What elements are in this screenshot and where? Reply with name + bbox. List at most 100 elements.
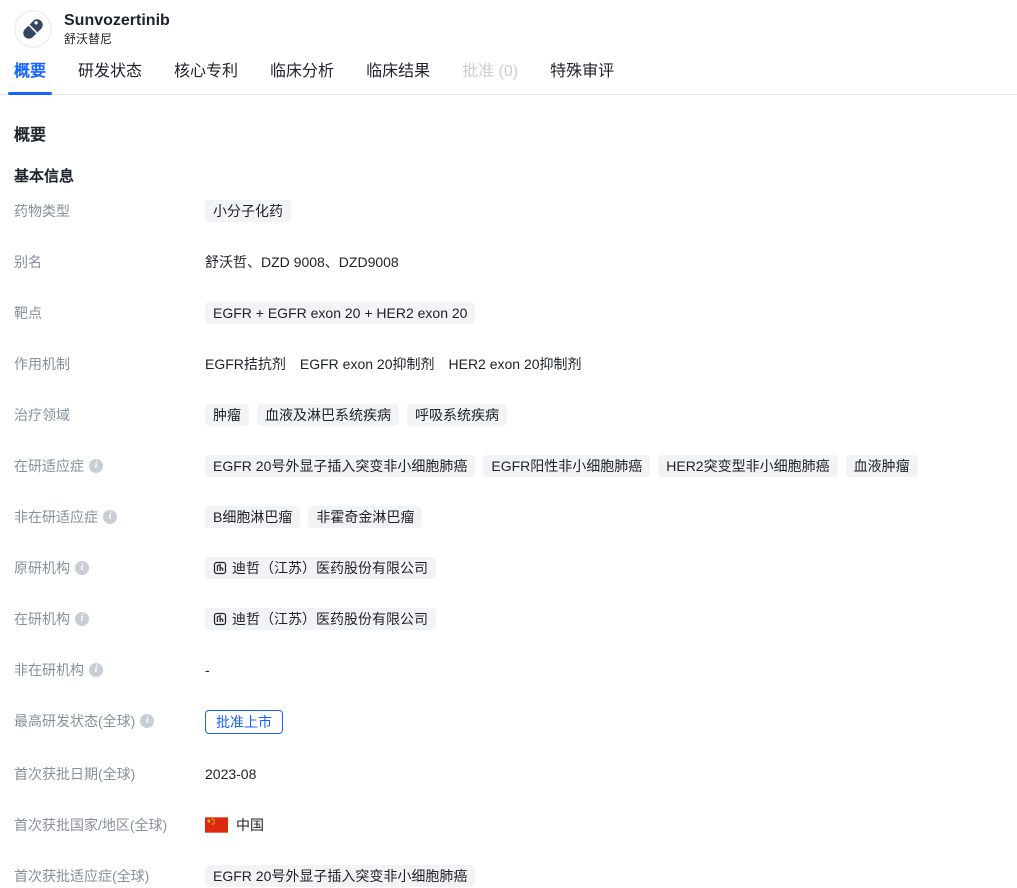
country-name: 中国 (236, 814, 264, 836)
tab-approval: 批准 (0) (456, 57, 524, 94)
field-value-highest-phase-global: 批准上市 (205, 710, 283, 734)
organization-name: 迪哲（江苏）医药股份有限公司 (232, 608, 428, 630)
field-value-mechanism: EGFR拮抗剂 EGFR exon 20抑制剂 HER2 exon 20抑制剂 (205, 353, 588, 375)
field-label-originator-org: 原研机构 i (14, 557, 205, 579)
field-label-aliases: 别名 (14, 251, 205, 273)
field-label-first-approval-country-global: 首次获批国家/地区(全球) (14, 814, 205, 836)
status-badge[interactable]: 批准上市 (205, 710, 283, 734)
mechanism-item: HER2 exon 20抑制剂 (449, 353, 582, 375)
field-text: 2023-08 (205, 763, 256, 785)
field-value-therapy-areas: 肿瘤血液及淋巴系统疾病呼吸系统疾病 (205, 404, 507, 426)
mechanism-item: EGFR exon 20抑制剂 (300, 353, 435, 375)
drug-title: Sunvozertinib (64, 11, 170, 31)
field-label-text: 在研机构 (14, 608, 70, 630)
tag[interactable]: 血液及淋巴系统疾病 (257, 404, 399, 426)
drug-subtitle: 舒沃替尼 (64, 31, 170, 48)
field-row-aliases: 别名 舒沃哲、DZD 9008、DZD9008 (14, 251, 1003, 273)
field-value-first-approval-date-global: 2023-08 (205, 763, 256, 785)
organization-name: 迪哲（江苏）医药股份有限公司 (232, 557, 428, 579)
field-row-first-approval-country-global: 首次获批国家/地区(全球) 中国 (14, 814, 1003, 836)
field-label-text: 首次获批国家/地区(全球) (14, 814, 167, 836)
organization-tag[interactable]: 迪哲（江苏）医药股份有限公司 (205, 608, 436, 630)
china-flag-icon (205, 817, 228, 833)
field-row-active-org: 在研机构 i 迪哲（江苏）医药股份有限公司 (14, 608, 1003, 630)
page-title: 概要 (14, 125, 1003, 147)
field-rows: 药物类型 小分子化药别名 舒沃哲、DZD 9008、DZD9008 靶点 EGFR + … (14, 200, 1003, 887)
field-value-targets: EGFR + EGFR exon 20 + HER2 exon 20 (205, 302, 475, 324)
basic-info-title: 基本信息 (14, 167, 1003, 187)
tab-core-patents[interactable]: 核心专利 (168, 57, 244, 94)
field-row-first-approval-date-global: 首次获批日期(全球)2023-08 (14, 763, 1003, 785)
field-label-text: 靶点 (14, 302, 42, 324)
field-value-originator-org: 迪哲（江苏）医药股份有限公司 (205, 557, 436, 579)
field-label-text: 最高研发状态(全球) (14, 710, 135, 732)
tag[interactable]: 非霍奇金淋巴瘤 (308, 506, 422, 528)
field-value-drug-type: 小分子化药 (205, 200, 291, 222)
tag[interactable]: EGFR阳性非小细胞肺癌 (483, 455, 650, 477)
field-value-inactive-indications: B细胞淋巴瘤非霍奇金淋巴瘤 (205, 506, 422, 528)
field-label-inactive-indications: 非在研适应症 i (14, 506, 205, 528)
field-label-therapy-areas: 治疗领域 (14, 404, 205, 426)
field-label-text: 首次获批适应症(全球) (14, 865, 149, 887)
tag[interactable]: B细胞淋巴瘤 (205, 506, 300, 528)
field-row-inactive-indications: 非在研适应症 i B细胞淋巴瘤非霍奇金淋巴瘤 (14, 506, 1003, 528)
field-row-first-approval-indication-global: 首次获批适应症(全球) EGFR 20号外显子插入突变非小细胞肺癌 (14, 865, 1003, 887)
field-row-drug-type: 药物类型 小分子化药 (14, 200, 1003, 222)
field-label-text: 作用机制 (14, 353, 70, 375)
capsule-icon (14, 10, 52, 48)
field-label-active-org: 在研机构 i (14, 608, 205, 630)
field-label-text: 原研机构 (14, 557, 70, 579)
field-label-first-approval-indication-global: 首次获批适应症(全球) (14, 865, 205, 887)
info-icon[interactable]: i (103, 510, 117, 524)
field-label-text: 药物类型 (14, 200, 70, 222)
field-label-drug-type: 药物类型 (14, 200, 205, 222)
info-icon[interactable]: i (75, 561, 89, 575)
field-label-active-indications: 在研适应症 i (14, 455, 205, 477)
field-label-text: 治疗领域 (14, 404, 70, 426)
field-row-therapy-areas: 治疗领域 肿瘤血液及淋巴系统疾病呼吸系统疾病 (14, 404, 1003, 426)
tag[interactable]: HER2突变型非小细胞肺癌 (658, 455, 837, 477)
field-value-first-approval-indication-global: EGFR 20号外显子插入突变非小细胞肺癌 (205, 865, 475, 887)
field-row-inactive-org: 非在研机构 i - (14, 659, 1003, 681)
tab-rd-status[interactable]: 研发状态 (72, 57, 148, 94)
field-label-targets: 靶点 (14, 302, 205, 324)
info-icon[interactable]: i (140, 714, 154, 728)
tab-overview[interactable]: 概要 (8, 57, 52, 94)
tag[interactable]: EGFR 20号外显子插入突变非小细胞肺癌 (205, 455, 475, 477)
field-row-mechanism: 作用机制 EGFR拮抗剂 EGFR exon 20抑制剂 HER2 exon 20抑制… (14, 353, 1003, 375)
info-icon[interactable]: i (75, 612, 89, 626)
tab-clinical-results[interactable]: 临床结果 (360, 57, 436, 94)
tab-bar: 概要研发状态核心专利临床分析临床结果批准 (0) 特殊审评 (0, 57, 1017, 95)
field-label-text: 非在研机构 (14, 659, 84, 681)
field-text: - (205, 659, 210, 681)
field-label-mechanism: 作用机制 (14, 353, 205, 375)
field-row-active-indications: 在研适应症 i EGFR 20号外显子插入突变非小细胞肺癌 EGFR阳性非小细胞肺癌 H… (14, 455, 1003, 477)
field-label-text: 别名 (14, 251, 42, 273)
tag[interactable]: EGFR 20号外显子插入突变非小细胞肺癌 (205, 865, 475, 887)
field-label-highest-phase-global: 最高研发状态(全球) i (14, 710, 205, 732)
info-icon[interactable]: i (89, 663, 103, 677)
field-text: 舒沃哲、DZD 9008、DZD9008 (205, 251, 399, 273)
field-value-inactive-org: - (205, 659, 210, 681)
tag[interactable]: 肿瘤 (205, 404, 249, 426)
tag[interactable]: 血液肿瘤 (846, 455, 918, 477)
field-row-targets: 靶点 EGFR + EGFR exon 20 + HER2 exon 20 (14, 302, 1003, 324)
field-row-originator-org: 原研机构 i 迪哲（江苏）医药股份有限公司 (14, 557, 1003, 579)
drug-header: Sunvozertinib 舒沃替尼 (0, 0, 1017, 48)
tag[interactable]: EGFR + EGFR exon 20 + HER2 exon 20 (205, 302, 475, 324)
field-label-text: 非在研适应症 (14, 506, 98, 528)
company-icon (213, 561, 227, 575)
field-label-inactive-org: 非在研机构 i (14, 659, 205, 681)
tag[interactable]: 小分子化药 (205, 200, 291, 222)
tab-clinical-analysis[interactable]: 临床分析 (264, 57, 340, 94)
organization-tag[interactable]: 迪哲（江苏）医药股份有限公司 (205, 557, 436, 579)
info-icon[interactable]: i (89, 459, 103, 473)
field-label-text: 在研适应症 (14, 455, 84, 477)
tab-special-review[interactable]: 特殊审评 (544, 57, 620, 94)
tag[interactable]: 呼吸系统疾病 (407, 404, 507, 426)
overview-panel: 概要 基本信息 药物类型 小分子化药别名 舒沃哲、DZD 9008、DZD9008 靶… (0, 125, 1017, 887)
mechanism-item: EGFR拮抗剂 (205, 353, 286, 375)
field-value-first-approval-country-global: 中国 (205, 814, 264, 836)
company-icon (213, 612, 227, 626)
field-label-first-approval-date-global: 首次获批日期(全球) (14, 763, 205, 785)
